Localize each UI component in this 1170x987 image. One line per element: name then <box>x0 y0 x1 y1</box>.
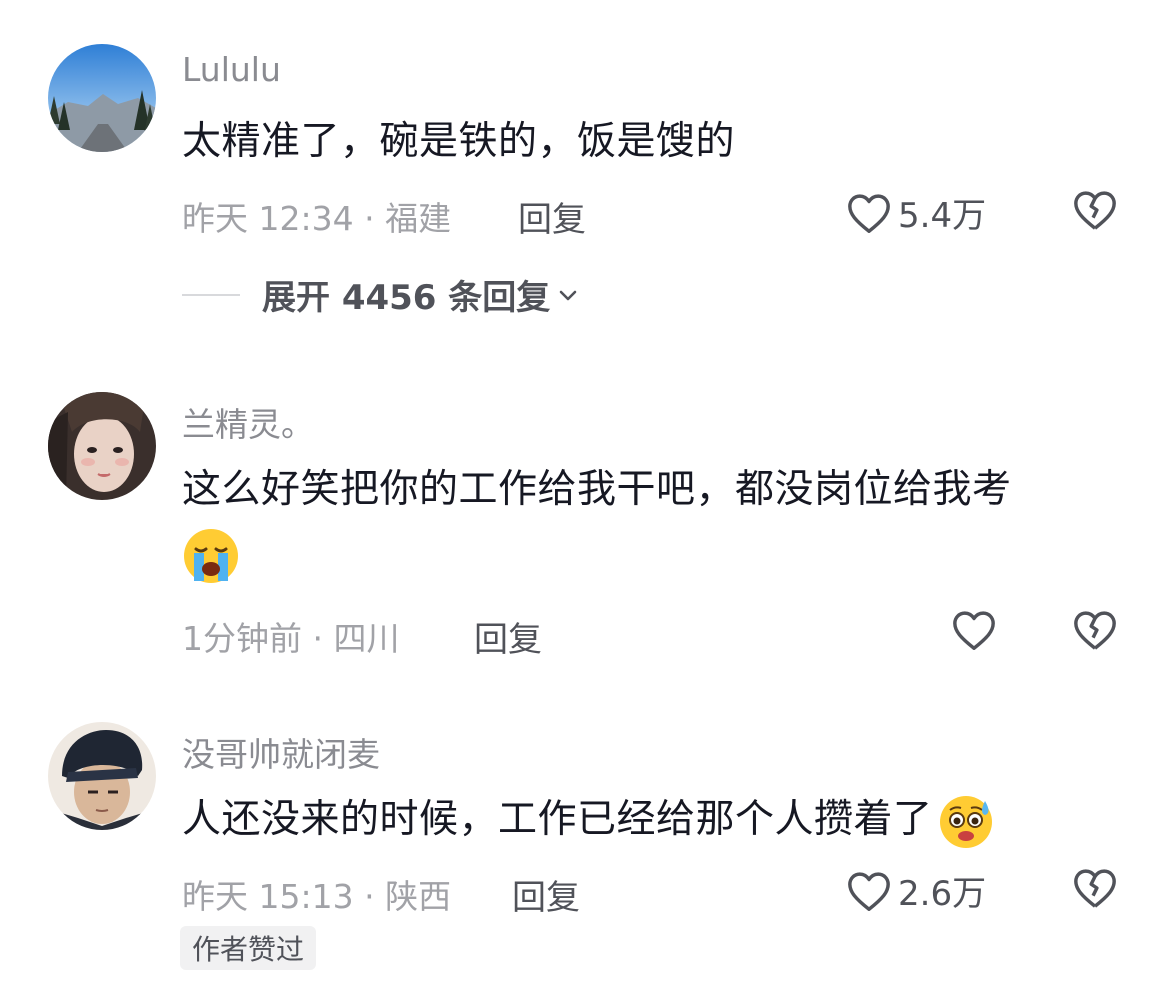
comment-text: 太精准了，碗是铁的，饭是馊的 <box>182 119 736 164</box>
author-liked-badge: 作者赞过 <box>180 926 317 970</box>
like-button[interactable] <box>951 608 1003 652</box>
anxious-sweat-face-emoji <box>939 795 992 848</box>
comment-location: 陕西 <box>385 877 452 916</box>
comment-text: 人还没来的时候，工作已经给那个人攒着了 <box>182 788 1110 852</box>
reply-button[interactable]: 回复 <box>474 612 542 661</box>
meta-separator: · <box>353 877 386 916</box>
username[interactable]: 兰精灵。 <box>182 398 314 446</box>
avatar[interactable] <box>48 44 156 152</box>
heart-outline-icon <box>953 611 995 650</box>
meta-separator: · <box>353 199 386 238</box>
comment-time: 昨天 12:34 <box>182 199 354 238</box>
like-count: 2.6万 <box>898 874 987 914</box>
comment-time: 1分钟前 <box>182 619 302 658</box>
chevron-down-icon <box>560 290 577 300</box>
dislike-button[interactable] <box>1072 188 1118 236</box>
expand-divider <box>182 293 240 296</box>
comment-text-body: 人还没来的时候，工作已经给那个人攒着了 <box>182 797 933 842</box>
avatar[interactable] <box>48 722 156 830</box>
comment-location: 福建 <box>385 199 452 238</box>
username[interactable]: Lululu <box>182 50 281 89</box>
like-button[interactable]: 5.4万 <box>846 188 986 237</box>
comment-meta: 昨天 15:13 · 陕西 <box>182 870 451 918</box>
comment-text-body: 这么好笑把你的工作给我干吧，都没岗位给我考 <box>182 467 1012 512</box>
avatar[interactable] <box>48 392 156 500</box>
comment-meta: 昨天 12:34 · 福建 <box>182 192 451 240</box>
dislike-button[interactable] <box>1072 608 1118 656</box>
comment-location: 四川 <box>333 619 400 658</box>
comment-text: 这么好笑把你的工作给我干吧，都没岗位给我考 <box>182 458 1110 586</box>
expand-replies-button[interactable]: 展开 4456 条回复 <box>182 270 580 319</box>
comment-list: Lululu 太精准了，碗是铁的，饭是馊的 昨天 12:34 · 福建 回复 5… <box>0 0 1170 987</box>
username[interactable]: 没哥帅就闭麦 <box>182 728 380 776</box>
meta-separator: · <box>302 619 334 658</box>
comment-meta: 1分钟前 · 四川 <box>182 612 399 660</box>
comment-time: 昨天 15:13 <box>182 877 354 916</box>
broken-heart-icon <box>1074 869 1116 908</box>
like-count: 5.4万 <box>898 196 987 236</box>
dislike-button[interactable] <box>1072 866 1118 914</box>
loudly-crying-face-emoji <box>184 528 238 583</box>
heart-outline-icon <box>848 871 890 911</box>
expand-replies-label: 展开 4456 条回复 <box>262 278 551 318</box>
broken-heart-icon <box>1074 191 1116 230</box>
like-button[interactable]: 2.6万 <box>846 866 986 915</box>
reply-button[interactable]: 回复 <box>518 192 586 241</box>
reply-button[interactable]: 回复 <box>512 870 580 919</box>
heart-outline-icon <box>848 193 890 233</box>
broken-heart-icon <box>1074 611 1116 650</box>
